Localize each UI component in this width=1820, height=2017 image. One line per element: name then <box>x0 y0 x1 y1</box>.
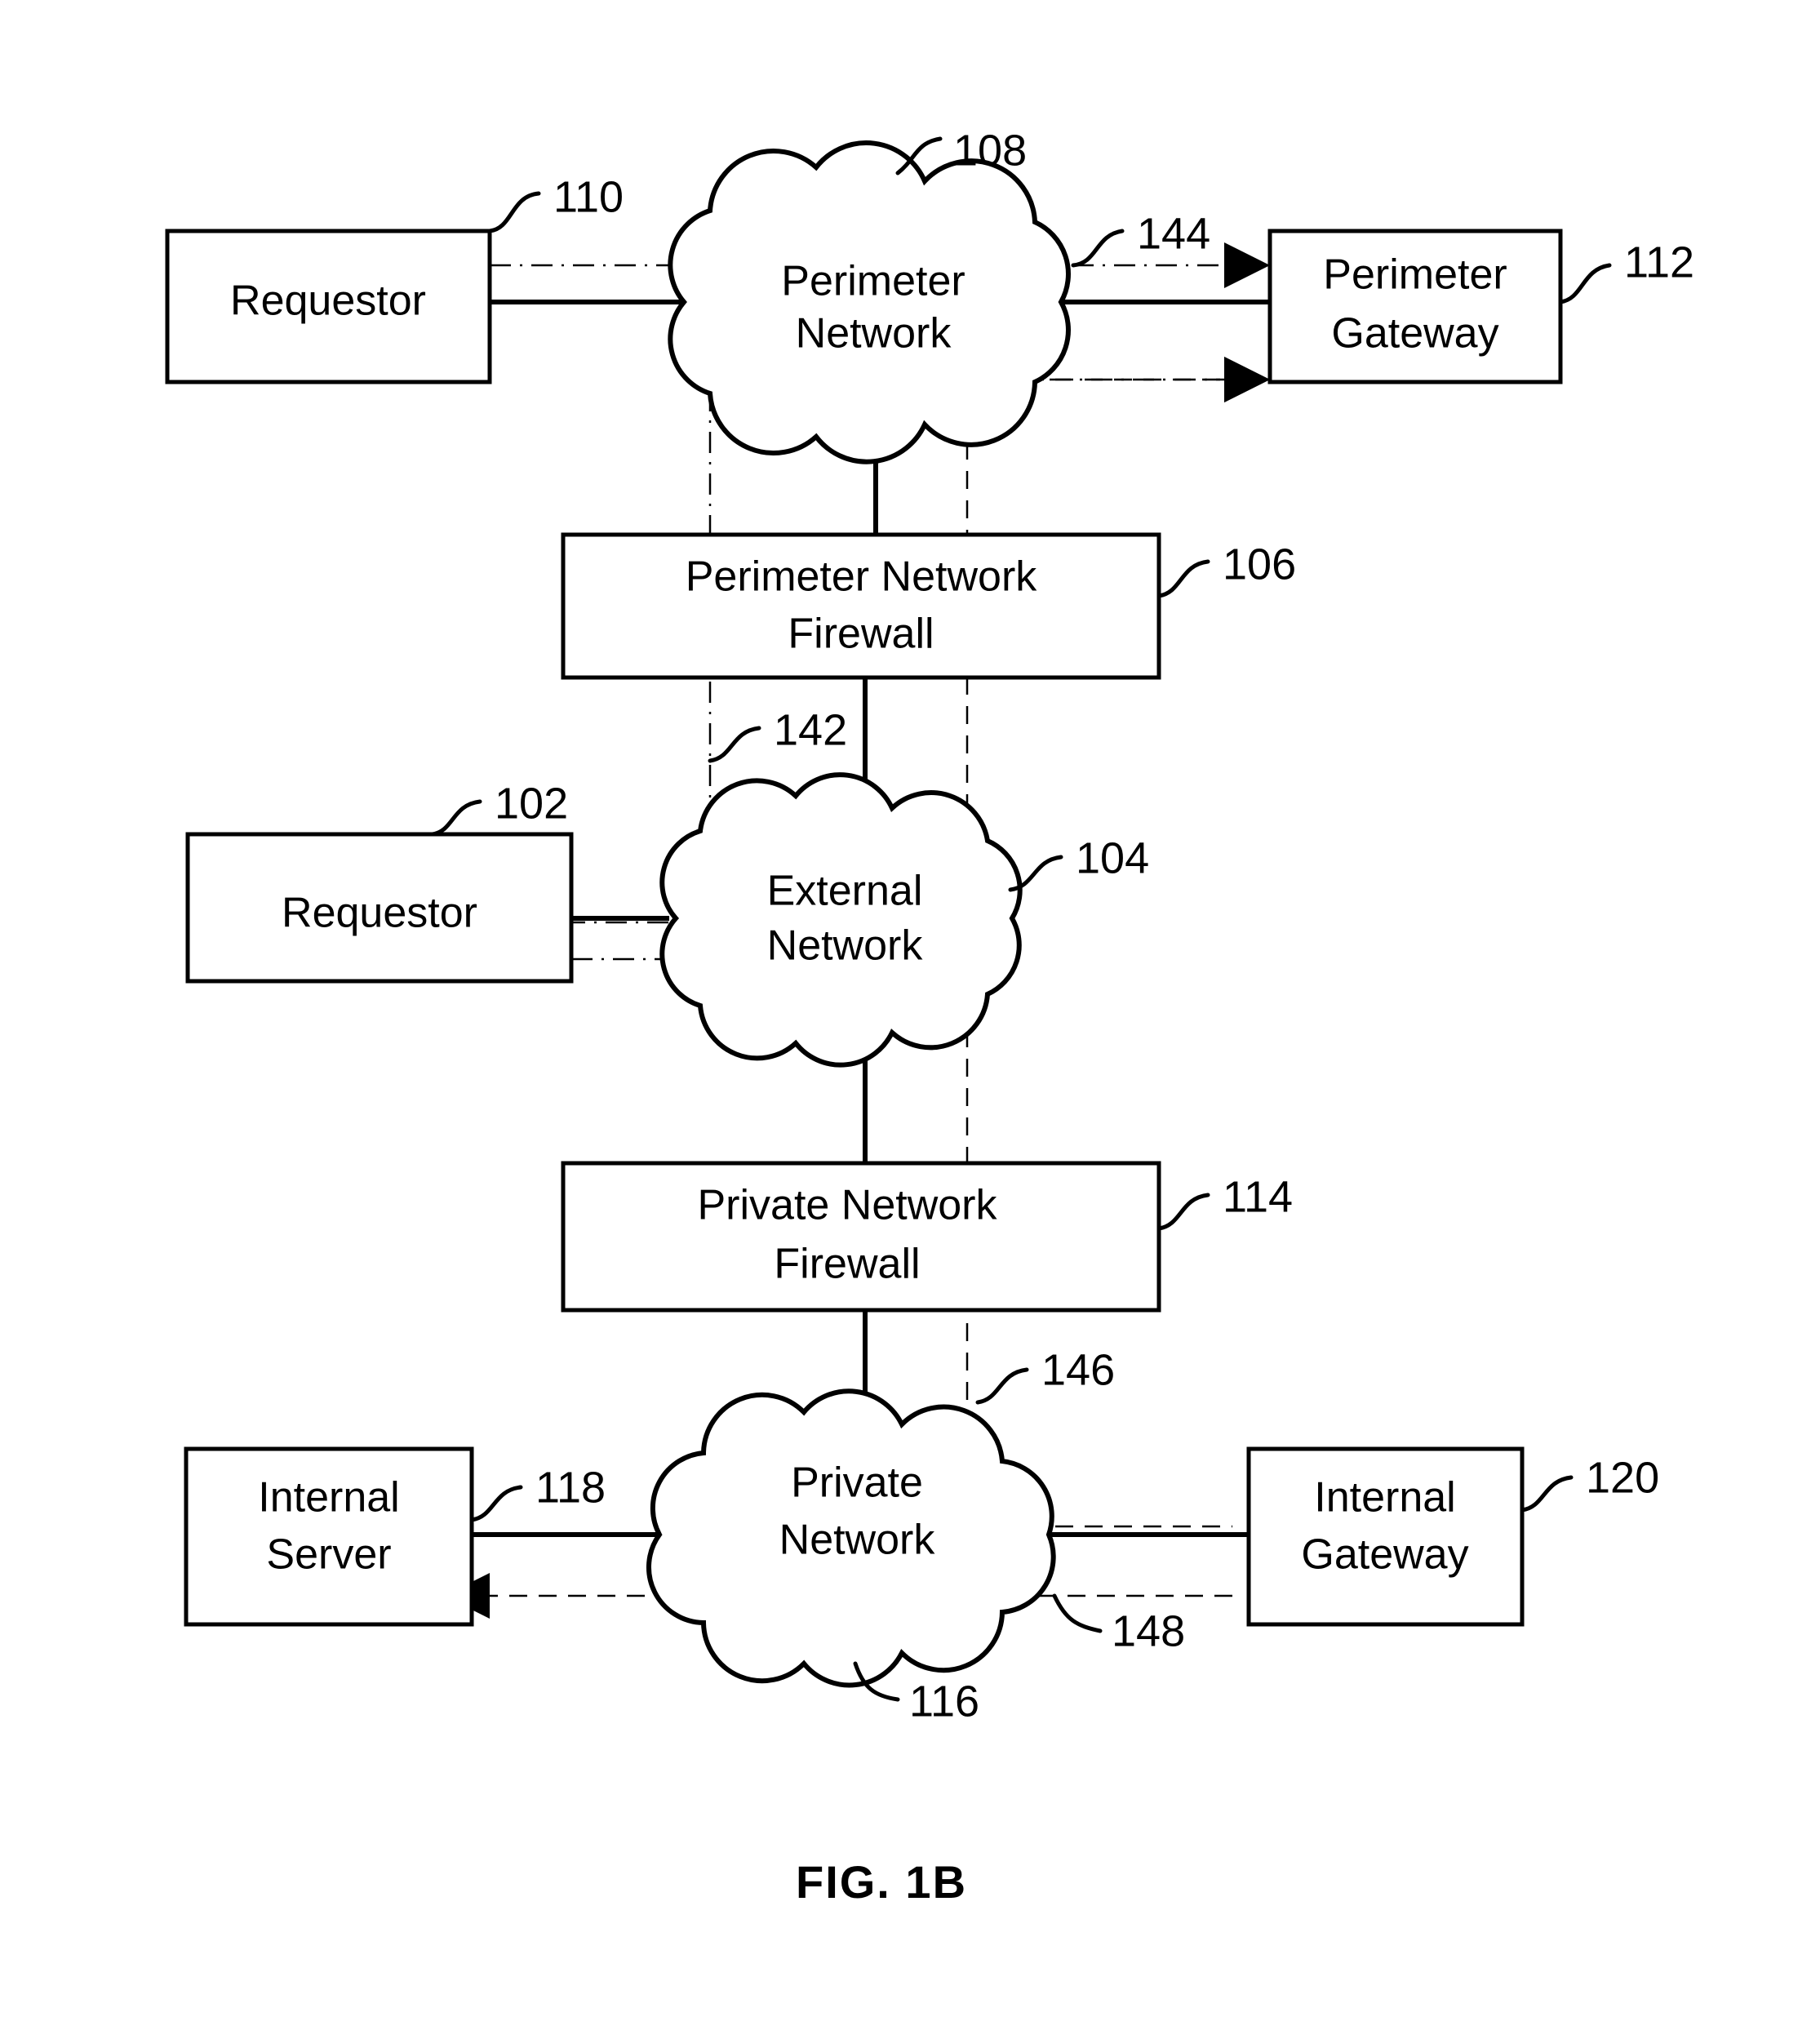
external-network-label-line2: Network <box>767 922 924 970</box>
ref-148-text: 148 <box>1112 1606 1185 1655</box>
ref-146-text: 146 <box>1041 1345 1115 1394</box>
ref-118-text: 118 <box>535 1463 606 1512</box>
ref-144-text: 144 <box>1137 209 1210 258</box>
node-private-network-116[interactable]: Private Network <box>646 1388 1056 1688</box>
node-internal-gateway-120[interactable]: Internal Gateway <box>1246 1446 1525 1627</box>
node-requestor-110[interactable]: Requestor <box>165 229 492 384</box>
node-perimeter-gateway-112[interactable]: Perimeter Gateway <box>1267 229 1563 384</box>
private-network-firewall-label-line1: Private Network <box>698 1182 998 1229</box>
perimeter-network-label-line2: Network <box>796 310 952 358</box>
ref-104-text: 104 <box>1076 833 1149 882</box>
external-network-label-line1: External <box>767 868 923 915</box>
ref-112-text: 112 <box>1624 238 1694 287</box>
ref-102-text: 102 <box>495 779 568 828</box>
ref-120-text: 120 <box>1586 1453 1659 1502</box>
figure-caption: FIG. 1B <box>796 1856 967 1908</box>
internal-server-label-line2: Server <box>266 1531 391 1579</box>
external-network-cloud[interactable] <box>659 772 1023 1068</box>
ref-106-text: 106 <box>1223 540 1296 589</box>
ref-110-text: 110 <box>553 172 624 221</box>
perimeter-network-label-line1: Perimeter <box>781 258 965 305</box>
internal-server-label-line1: Internal <box>258 1474 399 1522</box>
node-internal-server-118[interactable]: Internal Server <box>184 1446 474 1627</box>
requestor-110-label: Requestor <box>230 278 426 325</box>
node-external-network-104[interactable]: External Network <box>659 772 1023 1068</box>
private-network-firewall-label-line2: Firewall <box>774 1241 920 1288</box>
requestor-102-label: Requestor <box>282 890 477 937</box>
ref-114-text: 114 <box>1223 1172 1293 1221</box>
perimeter-gateway-label-line1: Perimeter <box>1323 251 1507 299</box>
node-private-network-firewall-114[interactable]: Private Network Firewall <box>561 1161 1161 1313</box>
private-network-label-line1: Private <box>791 1459 923 1507</box>
ref-108-text: 108 <box>953 126 1027 175</box>
perimeter-gateway-label-line2: Gateway <box>1331 310 1498 358</box>
ref-116-text: 116 <box>909 1677 979 1726</box>
node-requestor-102[interactable]: Requestor <box>185 832 574 984</box>
perimeter-network-firewall-label-line1: Perimeter Network <box>686 553 1038 601</box>
internal-gateway-label-line2: Gateway <box>1301 1531 1468 1579</box>
perimeter-network-firewall-label-line2: Firewall <box>788 611 934 658</box>
node-perimeter-network-108[interactable]: Perimeter Network <box>668 140 1071 464</box>
internal-gateway-label-line1: Internal <box>1314 1474 1455 1522</box>
node-perimeter-network-firewall-106[interactable]: Perimeter Network Firewall <box>561 532 1161 680</box>
private-network-label-line2: Network <box>779 1517 936 1564</box>
patent-figure-1b: Requestor Perimeter Network Perimeter Ga… <box>0 0 1820 2017</box>
ref-142-text: 142 <box>774 705 847 754</box>
